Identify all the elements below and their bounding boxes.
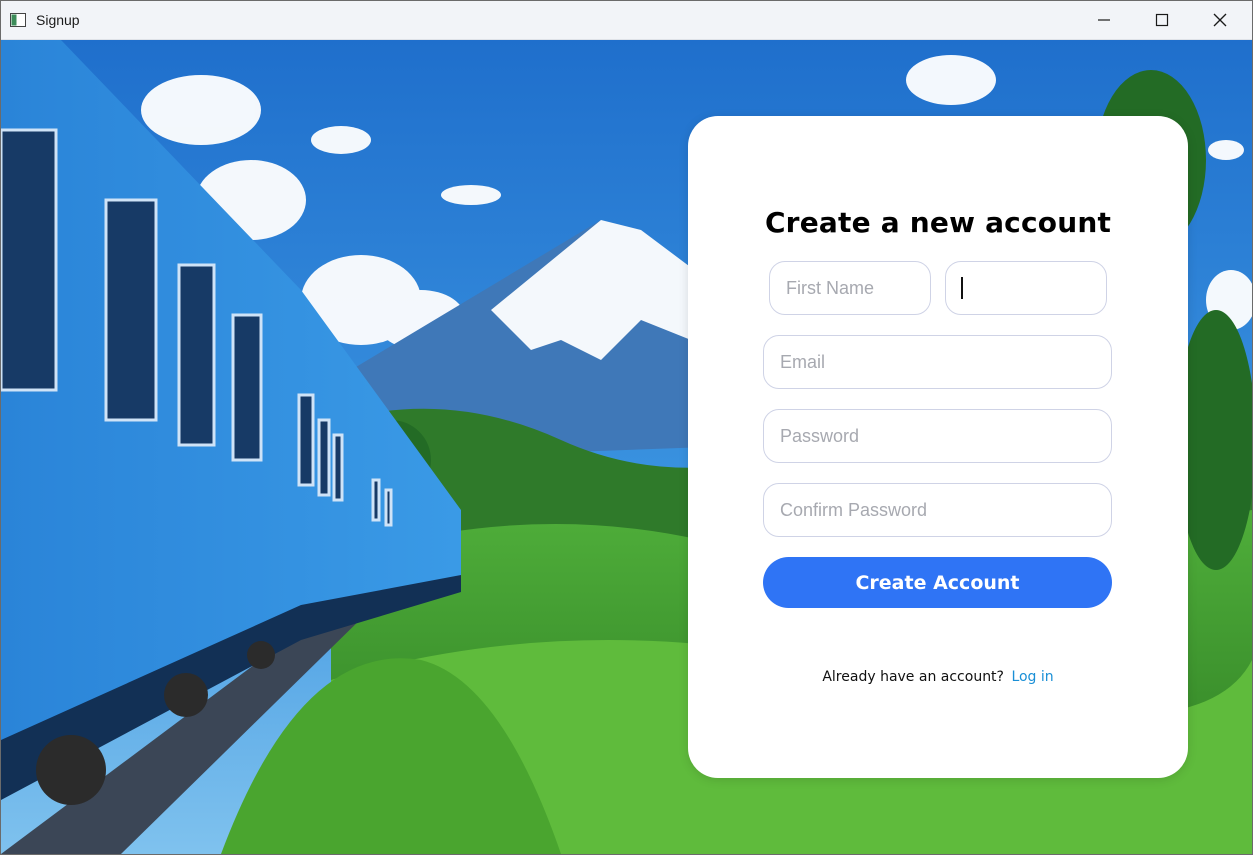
confirm-password-input[interactable] <box>763 483 1112 537</box>
close-icon <box>1213 13 1227 27</box>
text-cursor <box>961 277 963 299</box>
password-input[interactable] <box>763 409 1112 463</box>
form-title: Create a new account <box>764 206 1112 239</box>
app-icon <box>10 13 26 27</box>
login-prompt-text: Already have an account? <box>822 669 1004 685</box>
login-prompt: Already have an account? Log in <box>688 669 1188 685</box>
app-window: Signup Create a new account First Name E… <box>0 0 1253 855</box>
maximize-button[interactable] <box>1133 1 1191 39</box>
window-title: Signup <box>36 12 80 28</box>
login-link[interactable]: Log in <box>1011 669 1053 685</box>
minimize-button[interactable] <box>1075 1 1133 39</box>
create-account-button[interactable]: Create Account <box>763 557 1112 608</box>
maximize-icon <box>1155 13 1169 27</box>
email-input[interactable] <box>763 335 1112 389</box>
signup-card: Create a new account Create Account Alre… <box>688 116 1188 778</box>
minimize-icon <box>1098 19 1110 21</box>
title-bar[interactable]: Signup <box>1 1 1252 40</box>
last-name-input[interactable] <box>945 261 1107 315</box>
close-button[interactable] <box>1191 1 1249 39</box>
first-name-input[interactable] <box>769 261 931 315</box>
